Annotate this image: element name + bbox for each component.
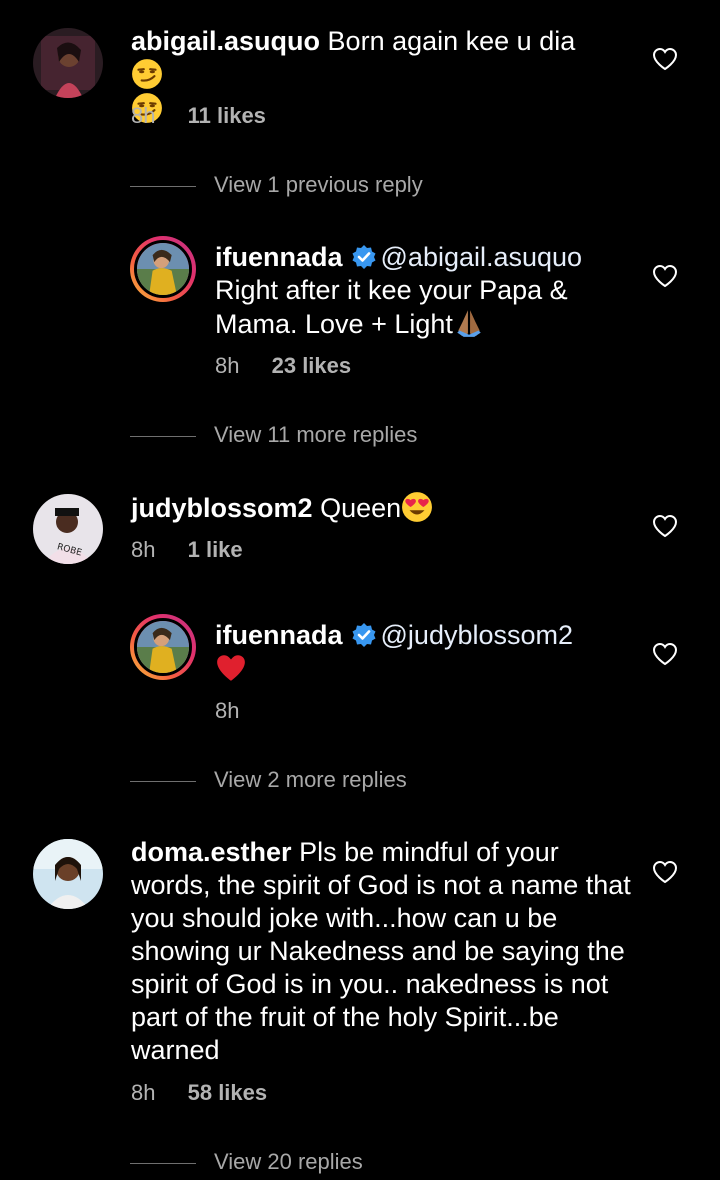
- comment-time: 8h: [131, 103, 156, 128]
- avatar[interactable]: ROBE: [33, 494, 103, 564]
- mention-link[interactable]: @judyblossom2: [381, 620, 574, 650]
- heart-eyes-emoji-icon: [401, 491, 433, 523]
- username[interactable]: doma.esther: [131, 837, 292, 867]
- username[interactable]: judyblossom2: [131, 493, 313, 523]
- avatar[interactable]: [130, 614, 196, 680]
- comment-text: Right after it kee your Papa & Mama. Lov…: [215, 275, 568, 339]
- view-more-replies[interactable]: View 11 more replies: [130, 422, 417, 448]
- comment-time: 8h: [131, 1080, 156, 1105]
- likes-count[interactable]: 11 likes: [188, 103, 266, 128]
- like-heart-icon[interactable]: [652, 642, 678, 666]
- username[interactable]: abigail.asuquo: [131, 26, 320, 56]
- avatar[interactable]: [130, 236, 196, 302]
- view-replies[interactable]: View 20 replies: [130, 1149, 363, 1175]
- red-heart-emoji-icon: [217, 655, 245, 681]
- likes-count[interactable]: 23 likes: [272, 353, 352, 378]
- username[interactable]: ifuennada: [215, 620, 343, 650]
- divider: [130, 185, 196, 187]
- like-heart-icon[interactable]: [652, 47, 678, 71]
- username[interactable]: ifuennada: [215, 242, 343, 272]
- like-heart-icon[interactable]: [652, 514, 678, 538]
- view-previous-replies[interactable]: View 1 previous reply: [130, 172, 423, 198]
- likes-count[interactable]: 58 likes: [188, 1080, 268, 1105]
- mention-link[interactable]: @abigail.asuquo: [381, 242, 583, 272]
- comment-time: 8h: [131, 537, 156, 562]
- verified-badge-icon: [351, 622, 377, 648]
- divider: [130, 780, 196, 782]
- view-replies-label: View 2 more replies: [214, 767, 407, 792]
- comment-text: Born again kee u dia: [327, 26, 576, 56]
- smirk-emoji-icon: [131, 58, 163, 90]
- comment-text: Queen: [320, 493, 402, 523]
- comment-text: Pls be mindful of your words, the spirit…: [131, 837, 631, 1065]
- comment-time: 8h: [215, 698, 240, 723]
- divider: [130, 435, 196, 437]
- like-heart-icon[interactable]: [652, 860, 678, 884]
- verified-badge-icon: [351, 244, 377, 270]
- view-replies-label: View 20 replies: [214, 1149, 363, 1174]
- folded-hands-emoji-icon: [453, 307, 485, 339]
- view-replies-label: View 1 previous reply: [214, 172, 423, 197]
- like-heart-icon[interactable]: [652, 264, 678, 288]
- avatar[interactable]: [33, 839, 103, 909]
- comment-time: 8h: [215, 353, 240, 378]
- view-more-replies[interactable]: View 2 more replies: [130, 767, 407, 793]
- divider: [130, 1162, 196, 1164]
- likes-count[interactable]: 1 like: [188, 537, 243, 562]
- view-replies-label: View 11 more replies: [214, 422, 418, 447]
- avatar[interactable]: [33, 28, 103, 98]
